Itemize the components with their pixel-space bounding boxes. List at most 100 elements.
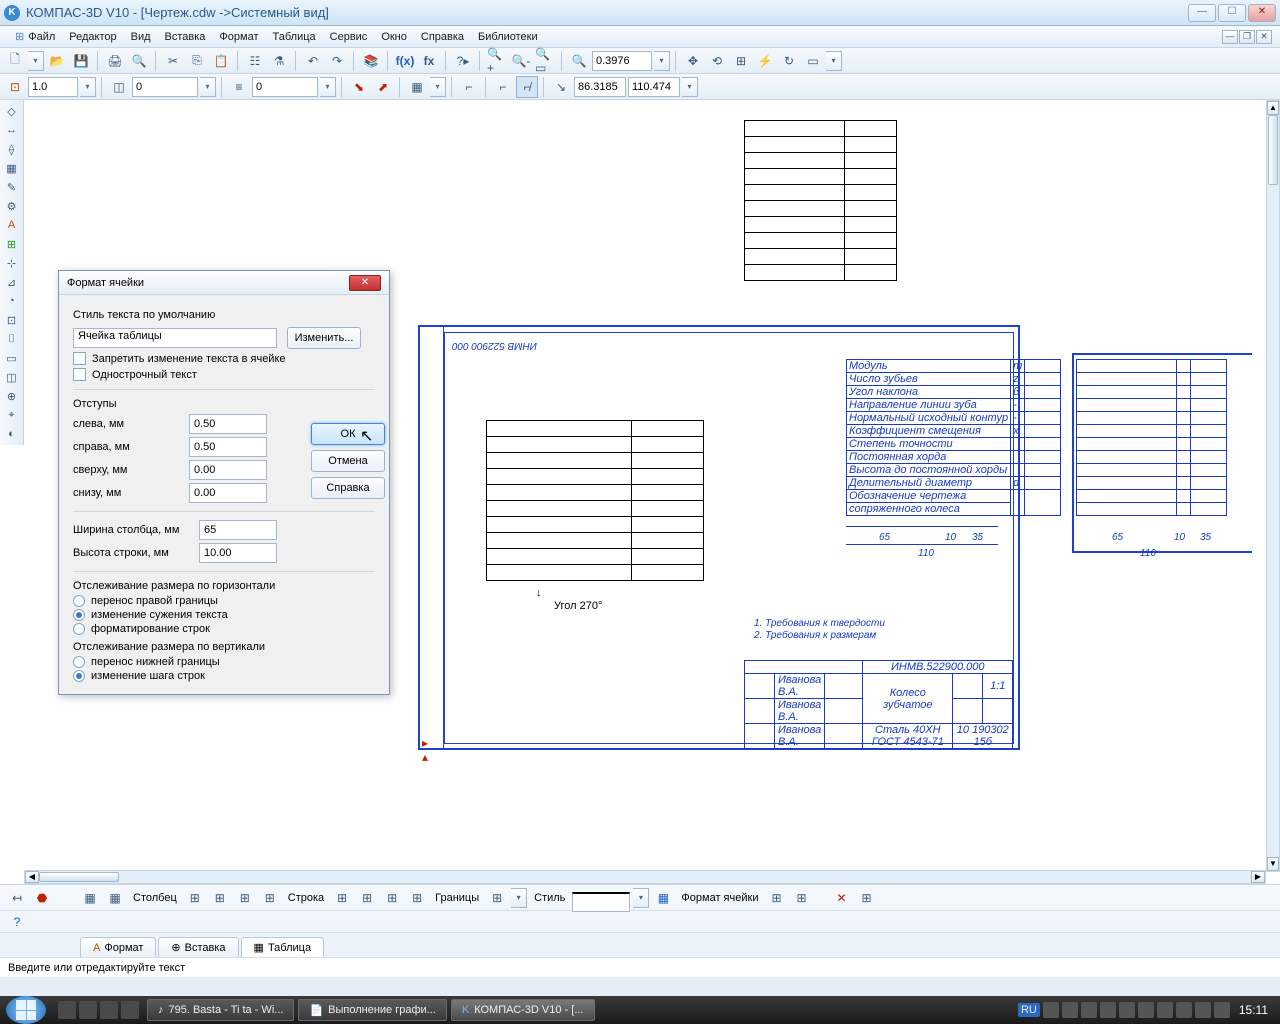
vt-i5[interactable]: ⌷: [2, 330, 22, 348]
clock[interactable]: 15:11: [1233, 1003, 1274, 1017]
zoom-fit-icon[interactable]: 🔍: [568, 50, 590, 72]
vt-i9[interactable]: ⌖: [2, 406, 22, 424]
menu-file[interactable]: Файл: [8, 28, 62, 45]
col-width[interactable]: [199, 520, 277, 540]
menu-view[interactable]: Вид: [124, 29, 158, 45]
close-button[interactable]: ✕: [1248, 4, 1276, 22]
mdi-restore[interactable]: ❐: [1239, 30, 1255, 44]
ql-4[interactable]: [121, 1001, 139, 1019]
props-icon[interactable]: ☷: [244, 50, 266, 72]
undo-icon[interactable]: ↶: [302, 50, 324, 72]
new-icon[interactable]: 🗋: [4, 50, 26, 72]
mdi-minimize[interactable]: —: [1222, 30, 1238, 44]
radio-h1[interactable]: [73, 595, 85, 607]
vt-marks-icon[interactable]: ⟠: [2, 140, 22, 158]
vt-i8[interactable]: ⊕: [2, 387, 22, 405]
vt-param-icon[interactable]: ⚙: [2, 197, 22, 215]
state-icon[interactable]: ⊡: [4, 76, 26, 98]
tray-1[interactable]: [1043, 1002, 1059, 1018]
open-icon[interactable]: 📂: [46, 50, 68, 72]
coord-icon[interactable]: ↘: [550, 76, 572, 98]
paste-icon[interactable]: 📋: [210, 50, 232, 72]
radio-v1[interactable]: [73, 656, 85, 668]
screen-icon[interactable]: ▭: [802, 50, 824, 72]
tray-7[interactable]: [1157, 1002, 1173, 1018]
linetype-icon[interactable]: ≡: [228, 76, 250, 98]
menu-insert[interactable]: Вставка: [158, 29, 213, 45]
bp-arrow-icon[interactable]: ↤: [6, 887, 28, 909]
save-icon[interactable]: 💾: [70, 50, 92, 72]
fx-icon[interactable]: fx: [418, 50, 440, 72]
pan-icon[interactable]: ✥: [682, 50, 704, 72]
vt-i10[interactable]: ◐: [2, 425, 22, 443]
minimize-button[interactable]: —: [1188, 4, 1216, 22]
menu-window[interactable]: Окно: [374, 29, 414, 45]
views-icon[interactable]: ⊞: [730, 50, 752, 72]
new-dropdown[interactable]: ▾: [28, 51, 44, 71]
vt-dim-icon[interactable]: ↔: [2, 121, 22, 139]
dialog-close-button[interactable]: ✕: [349, 275, 381, 291]
zoom-value[interactable]: [592, 51, 652, 71]
menu-edit[interactable]: Редактор: [62, 29, 123, 45]
refresh-icon[interactable]: ↻: [778, 50, 800, 72]
state-v3[interactable]: [252, 77, 318, 97]
mdi-close[interactable]: ✕: [1256, 30, 1272, 44]
lock-checkbox[interactable]: [73, 352, 86, 365]
indent-bottom[interactable]: [189, 483, 267, 503]
tray-4[interactable]: [1100, 1002, 1116, 1018]
radio-h2[interactable]: [73, 609, 85, 621]
cancel-button[interactable]: Отмена: [311, 450, 385, 472]
copy-icon[interactable]: ⎘: [186, 50, 208, 72]
ortho3-icon[interactable]: ⌐̸: [516, 76, 538, 98]
indent-right[interactable]: [189, 437, 267, 457]
preview-icon[interactable]: 🔍: [128, 50, 150, 72]
radio-v2[interactable]: [73, 670, 85, 682]
screen-dropdown[interactable]: ▾: [826, 51, 842, 71]
redo-icon[interactable]: ↷: [326, 50, 348, 72]
layer-icon[interactable]: ◫: [108, 76, 130, 98]
vt-i4[interactable]: ⊡: [2, 311, 22, 329]
bp-stop-icon[interactable]: ⬣: [31, 887, 53, 909]
vt-text-icon[interactable]: A: [2, 216, 22, 234]
horizontal-scrollbar[interactable]: ◀▶: [24, 870, 1266, 884]
bp-help-icon[interactable]: ?: [6, 911, 28, 933]
zoom-out-icon[interactable]: 🔍-: [510, 50, 532, 72]
radio-h3[interactable]: [73, 623, 85, 635]
coord-y[interactable]: [628, 77, 680, 97]
tab-insert[interactable]: ⊕Вставка: [158, 937, 238, 957]
tab-format[interactable]: AФормат: [80, 937, 156, 957]
vt-i1[interactable]: ⊹: [2, 254, 22, 272]
vt-hatch-icon[interactable]: ▦: [2, 159, 22, 177]
cut-icon[interactable]: ✂: [162, 50, 184, 72]
style-field[interactable]: Ячейка таблицы: [73, 328, 277, 348]
help-icon[interactable]: ?▸: [452, 50, 474, 72]
lib-icon[interactable]: 📚: [360, 50, 382, 72]
state-v2[interactable]: [132, 77, 198, 97]
print-icon[interactable]: 🖨: [104, 50, 126, 72]
task-2[interactable]: 📄Выполнение графи...: [298, 999, 446, 1021]
bp-grid-icon[interactable]: ▦: [652, 887, 674, 909]
tray-8[interactable]: [1176, 1002, 1192, 1018]
menu-service[interactable]: Сервис: [323, 29, 375, 45]
coord-x[interactable]: [574, 77, 626, 97]
bp-tbl1[interactable]: ▦: [79, 887, 101, 909]
bp-tbl2[interactable]: ▦: [104, 887, 126, 909]
menu-format[interactable]: Формат: [212, 29, 265, 45]
var-icon[interactable]: f(x): [394, 50, 416, 72]
vertical-scrollbar[interactable]: ▲▼: [1266, 100, 1280, 872]
vt-i6[interactable]: ▭: [2, 349, 22, 367]
task-1[interactable]: ♪795. Basta - Ti ta - Wi...: [147, 999, 294, 1021]
tray-5[interactable]: [1119, 1002, 1135, 1018]
help-button[interactable]: Справка: [311, 477, 385, 499]
tray-6[interactable]: [1138, 1002, 1154, 1018]
ql-2[interactable]: [79, 1001, 97, 1019]
state-v1[interactable]: [28, 77, 78, 97]
ortho1-icon[interactable]: ⌐: [458, 76, 480, 98]
ql-3[interactable]: [100, 1001, 118, 1019]
zoom-window-icon[interactable]: 🔍▭: [534, 50, 556, 72]
ok-button[interactable]: ОК: [311, 423, 385, 445]
tray-9[interactable]: [1195, 1002, 1211, 1018]
task-3[interactable]: KКОМПАС-3D V10 - [...: [451, 999, 595, 1021]
indent-left[interactable]: [189, 414, 267, 434]
tab-table[interactable]: ▦Таблица: [241, 937, 325, 957]
